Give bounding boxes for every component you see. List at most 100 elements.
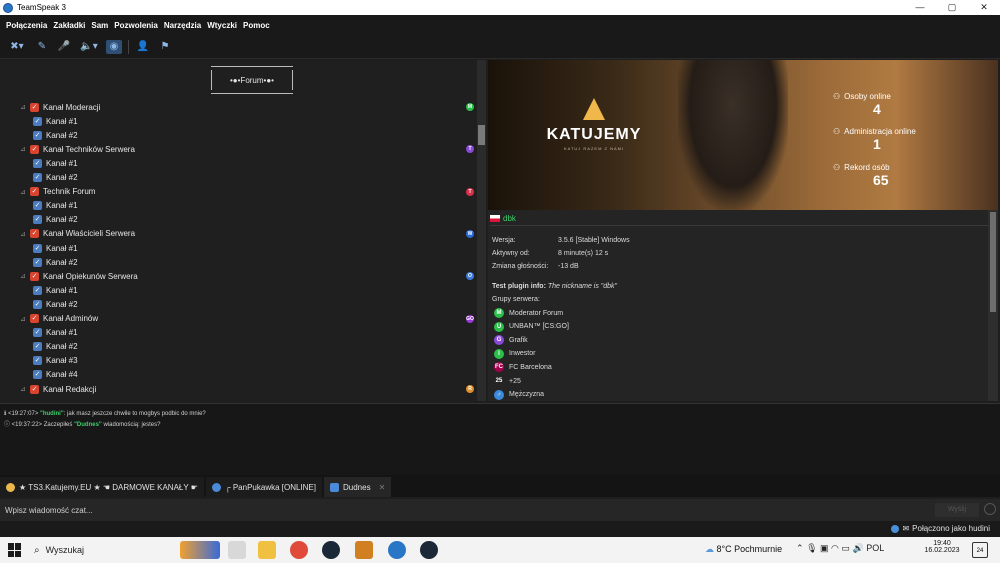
tab-server[interactable]: ★ TS3.Katujemy.EU ★ ☚ DARMOWE KANAŁY ☛ [0, 477, 204, 497]
windows-start-icon[interactable] [8, 543, 22, 557]
server-banner: KATUJEMY KATUJ RAZEM Z NAMI ⚇ Osoby onlin… [488, 60, 998, 210]
menu-wtyczki[interactable]: Wtyczki [207, 21, 237, 30]
taskbar-widget-icon[interactable] [180, 541, 220, 559]
connection-status: ✉ Połączono jako hudini [891, 524, 990, 533]
channel-label: Kanał #1 [46, 285, 78, 295]
menu-narzedzia[interactable]: Narzędzia [164, 21, 201, 30]
channel-group-icon: M [466, 103, 474, 111]
system-tray[interactable]: ⌃ 🎙 ▣ ◠ ▭ 🔊 POL [796, 543, 884, 554]
mic-icon: 🎙 [806, 543, 818, 553]
channel-icon: ✓ [33, 356, 42, 366]
subchannel-item[interactable]: ✓ Kanał #1 [33, 156, 78, 170]
subchannel-item[interactable]: ✓ Kanał #1 [33, 199, 78, 213]
subchannel-item[interactable]: ✓ Kanał #4 [33, 368, 78, 382]
channel-label: Kanał #2 [46, 299, 78, 309]
menu-zakladki[interactable]: Zakładki [53, 21, 85, 30]
expand-icon[interactable]: ⊿ [20, 145, 30, 153]
menu-polaczenia[interactable]: Połączenia [6, 21, 47, 30]
bookmark-icon[interactable]: ✎ [34, 40, 50, 54]
mute-mic-icon[interactable]: 🎤 [56, 40, 72, 54]
chat-input[interactable] [0, 500, 930, 520]
subchannel-item[interactable]: ✓ Kanał #1 [33, 114, 78, 128]
subchannel-item[interactable]: ✓ Kanał #3 [33, 354, 78, 368]
send-button[interactable]: Wyślij [935, 503, 979, 517]
group-icon: 25 [494, 376, 504, 386]
expand-icon[interactable]: ⊿ [20, 188, 30, 196]
channel-icon: ✓ [30, 384, 39, 394]
subchannel-item[interactable]: ✓ Kanał #2 [33, 340, 78, 354]
notifications-icon[interactable]: 24 [972, 542, 988, 558]
subchannel-item[interactable]: ✓ Kanał #2 [33, 128, 78, 142]
menu-pozwolenia[interactable]: Pozwolenia [114, 21, 158, 30]
subchannel-item[interactable]: ✓ Kanał #2 [33, 213, 78, 227]
game-launcher-icon[interactable] [355, 541, 373, 559]
group-icon: ♂ [494, 389, 504, 400]
channel-icon: ✓ [33, 215, 42, 225]
banner-brand: KATUJEMY [546, 126, 642, 143]
channel-item[interactable]: ⊿ ✓ Kanał Właścicieli Serwera [20, 227, 135, 241]
away-icon[interactable]: ◉ [106, 39, 122, 54]
channel-item[interactable]: ⊿ ✓ Technik Forum [20, 185, 95, 199]
mute-speaker-icon[interactable]: 🔈▾ [78, 40, 100, 54]
steam-icon[interactable] [322, 541, 340, 559]
channel-tree-scrollbar[interactable] [477, 60, 486, 401]
channel-icon: ✓ [30, 187, 39, 197]
subscribe-icon[interactable]: ⚑ [157, 40, 173, 54]
group-icon: I [494, 348, 504, 359]
channel-item[interactable]: ⊿ ✓ Kanał Adminów [20, 312, 98, 326]
channel-label: Kanał #1 [46, 201, 78, 211]
channel-item[interactable]: ⊿ ✓ Kanał Redakcji [20, 382, 96, 396]
menu-pomoc[interactable]: Pomoc [243, 21, 270, 30]
tab-panpukawka[interactable]: ┌ PanPukawka [ONLINE] [205, 477, 322, 497]
channel-icon: ✓ [33, 285, 42, 295]
client-info-scrollbar[interactable] [988, 210, 998, 401]
expand-icon[interactable]: ⊿ [20, 230, 30, 238]
scrollbar-thumb[interactable] [990, 212, 996, 312]
subchannel-item[interactable]: ✓ Kanał #1 [33, 241, 78, 255]
channel-item[interactable]: ⊿ ✓ Kanał Techników Serwera [20, 142, 135, 156]
identity-icon[interactable]: 👤 [135, 40, 151, 54]
toolbar: ✖▾ ✎ 🎤 🔈▾ ◉ 👤 ⚑ [0, 35, 1000, 59]
channel-label: Kanał Opiekunów Serwera [43, 271, 138, 281]
maximize-button[interactable]: ▢ [936, 0, 968, 15]
channel-item[interactable]: ⊿ ✓ Kanał Opiekunów Serwera [20, 269, 138, 283]
channel-icon: ✓ [30, 229, 39, 239]
expand-icon[interactable]: ⊿ [20, 103, 30, 111]
banner-logo: KATUJEMY KATUJ RAZEM Z NAMI [544, 98, 644, 151]
subchannel-item[interactable]: ✓ Kanał #1 [33, 283, 78, 297]
expand-icon[interactable]: ⊿ [20, 385, 30, 393]
chrome-icon[interactable] [290, 541, 308, 559]
subchannel-item[interactable]: ✓ Kanał #2 [33, 255, 78, 269]
channel-icon: ✓ [33, 257, 42, 267]
channel-label: Kanał #1 [46, 158, 78, 168]
steam-icon[interactable] [420, 541, 438, 559]
channel-icon [211, 482, 221, 492]
scrollbar-thumb[interactable] [478, 125, 485, 145]
channel-group-icon: O [466, 272, 474, 281]
weather-widget[interactable]: ☁ 8°C Pochmurnie [705, 544, 782, 555]
channel-icon: ✓ [33, 201, 42, 211]
channel-icon: ✓ [33, 328, 42, 338]
close-tab-icon[interactable]: ✕ [379, 483, 386, 492]
file-explorer-icon[interactable] [258, 541, 276, 559]
subchannel-item[interactable]: ✓ Kanał #1 [33, 326, 78, 340]
channel-item[interactable]: ⊿ ✓ Kanał Moderacji [20, 100, 100, 114]
teamspeak-taskbar-icon[interactable] [388, 541, 406, 559]
expand-icon[interactable]: ⊿ [20, 315, 30, 323]
emoji-icon[interactable] [984, 503, 996, 515]
channel-label: Kanał Techników Serwera [43, 144, 135, 154]
close-button[interactable]: ✕ [968, 0, 1000, 15]
task-view-icon[interactable] [228, 541, 246, 559]
tab-dudnes[interactable]: Dudnes ✕ [324, 477, 392, 497]
subchannel-item[interactable]: ✓ Kanał #2 [33, 297, 78, 311]
minimize-button[interactable]: — [904, 0, 936, 15]
subchannel-item[interactable]: ✓ Kanał #2 [33, 171, 78, 185]
toolbar-divider [128, 39, 129, 54]
channel-icon: ✓ [30, 102, 39, 112]
clock[interactable]: 19:40 16.02.2023 [922, 540, 962, 554]
disconnect-icon[interactable]: ✖▾ [6, 40, 28, 54]
channel-icon: ✓ [33, 243, 42, 253]
menu-sam[interactable]: Sam [91, 21, 108, 30]
client-active: Aktywny od: 8 minute(s) 12 s [492, 250, 609, 257]
expand-icon[interactable]: ⊿ [20, 272, 30, 280]
